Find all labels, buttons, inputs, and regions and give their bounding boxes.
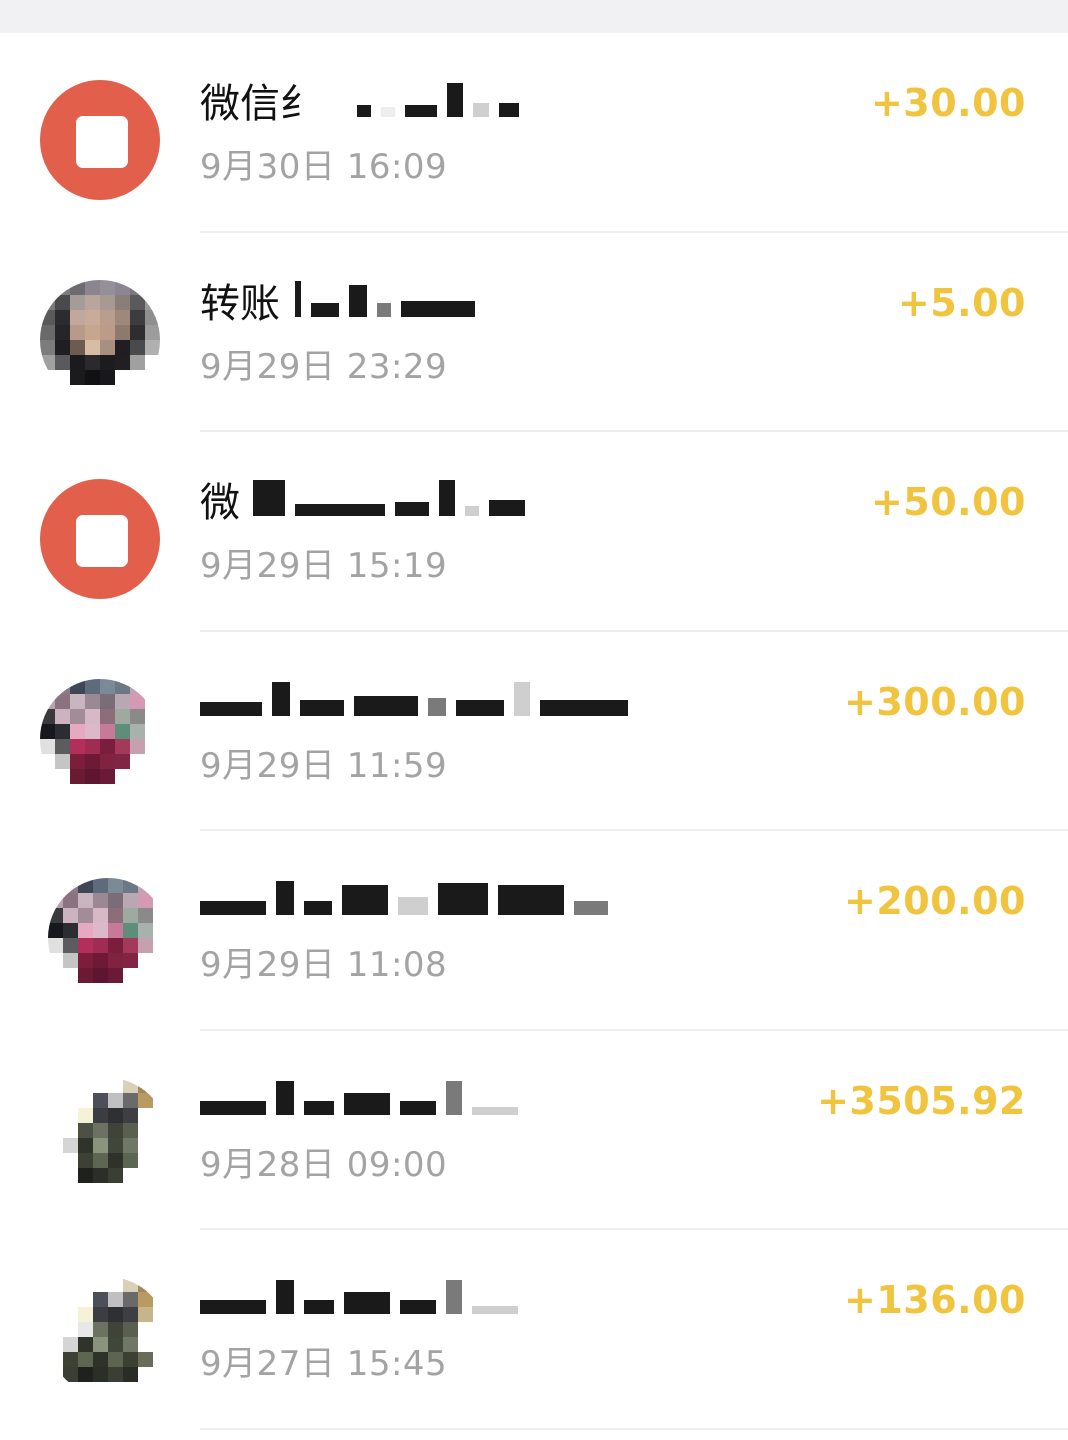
user-avatar <box>40 678 160 799</box>
transaction-amount: +50.00 <box>870 480 1026 524</box>
avatar-mosaic <box>40 279 160 400</box>
transaction-title: 转账 <box>200 276 485 332</box>
user-avatar <box>48 878 168 998</box>
transaction-title-text: 微信纟 <box>200 81 320 127</box>
transaction-title <box>200 874 618 930</box>
transaction-title: 微 <box>200 475 535 531</box>
transaction-title <box>200 1074 528 1130</box>
transaction-row[interactable]: 9月28日 09:00 +3505.92 <box>0 1031 1068 1230</box>
avatar-mosaic <box>40 678 160 799</box>
transaction-time: 9月27日 15:45 <box>200 1344 448 1384</box>
transaction-row[interactable]: 微信纟 9月30日 16:09 +30.00 <box>0 33 1068 233</box>
transaction-title-text: 转账 <box>200 280 280 327</box>
transaction-row[interactable]: 转账 9月29日 23:29 +5.00 <box>0 233 1068 432</box>
transaction-time: 9月29日 11:59 <box>200 745 448 786</box>
avatar-mosaic <box>48 1077 168 1198</box>
transaction-amount: +5.00 <box>897 280 1026 325</box>
transaction-row[interactable]: 微 9月29日 15:19 +50.00 <box>0 432 1068 632</box>
avatar-mosaic <box>48 878 168 998</box>
transaction-time: 9月30日 16:09 <box>200 147 448 187</box>
transaction-time: 9月28日 09:00 <box>200 1144 448 1185</box>
wechat-pay-icon <box>40 80 160 200</box>
transaction-row[interactable]: 9月27日 15:45 +136.00 <box>0 1230 1068 1430</box>
transaction-title-text: 微 <box>200 480 240 526</box>
user-avatar <box>48 1077 168 1198</box>
transaction-amount: +300.00 <box>844 679 1026 724</box>
top-bar <box>0 0 1068 33</box>
transaction-title: 微信纟 <box>200 76 529 132</box>
transaction-row[interactable]: 9月29日 11:08 +200.00 <box>0 831 1068 1031</box>
user-avatar <box>48 1277 168 1397</box>
transaction-time: 9月29日 15:19 <box>200 546 448 586</box>
transaction-time: 9月29日 11:08 <box>200 945 448 985</box>
transaction-row[interactable]: 9月29日 11:59 +300.00 <box>0 632 1068 831</box>
transaction-amount: +30.00 <box>870 81 1026 125</box>
user-avatar <box>40 279 160 400</box>
transaction-time: 9月29日 23:29 <box>200 346 448 387</box>
wechat-pay-icon <box>40 479 160 599</box>
transaction-amount: +200.00 <box>844 879 1026 923</box>
transaction-title <box>200 675 638 731</box>
transaction-amount: +136.00 <box>844 1278 1026 1322</box>
transaction-title <box>200 1273 528 1329</box>
transaction-list: 微信纟 9月30日 16:09 +30.00 转账 9月29日 23:29 +5… <box>0 33 1068 1430</box>
avatar-mosaic <box>48 1277 168 1397</box>
row-divider <box>200 1427 1068 1430</box>
transaction-amount: +3505.92 <box>817 1078 1026 1123</box>
